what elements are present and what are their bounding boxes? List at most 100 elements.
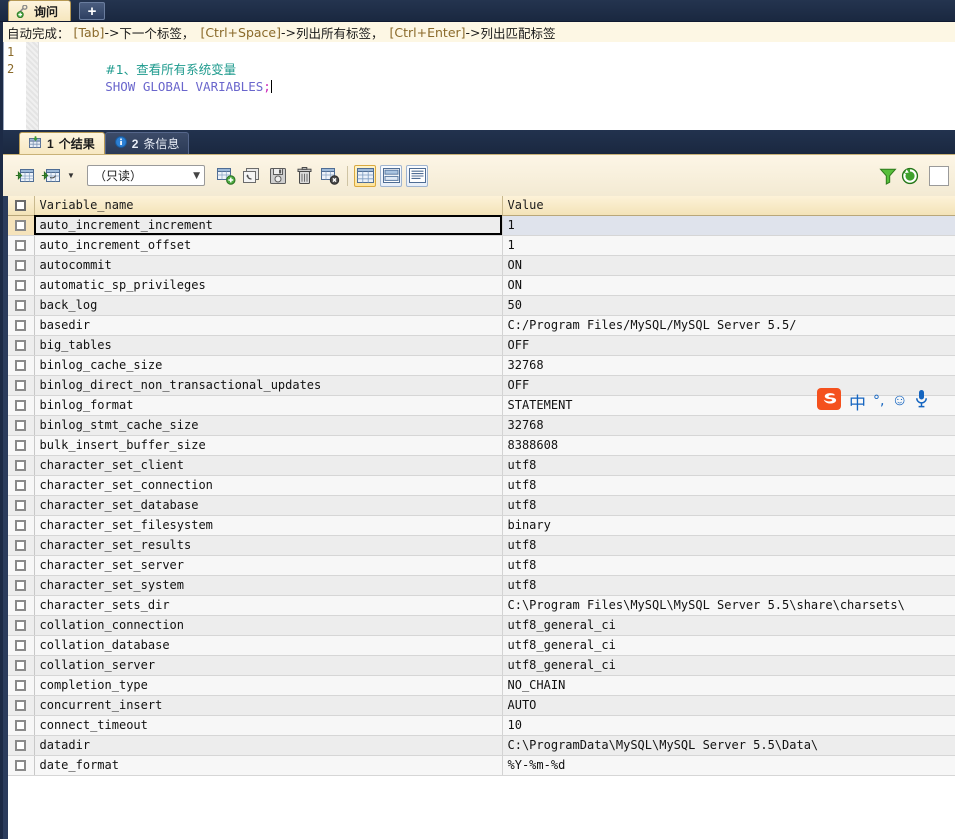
sogou-ime-toolbar[interactable]: 中 °, ☺: [812, 387, 932, 415]
cell-variable-name[interactable]: concurrent_insert: [34, 695, 503, 716]
cell-variable-name[interactable]: character_set_server: [34, 555, 503, 576]
cell-variable-name[interactable]: character_sets_dir: [34, 595, 503, 616]
cell-variable-name[interactable]: collation_server: [34, 655, 503, 676]
table-row[interactable]: bulk_insert_buffer_size 8388608: [8, 435, 955, 456]
cell-value[interactable]: ON: [502, 275, 955, 296]
sql-editor[interactable]: 1 2 #1、查看所有系统变量 SHOW GLOBAL VARIABLES;: [3, 42, 955, 130]
row-checkbox[interactable]: [15, 380, 27, 391]
cell-value[interactable]: utf8: [502, 575, 955, 596]
table-row[interactable]: character_sets_dir C:\Program Files\MySQL…: [8, 595, 955, 616]
row-checkbox[interactable]: [15, 540, 27, 551]
row-checkbox[interactable]: [15, 300, 27, 311]
row-select-cell[interactable]: [8, 475, 35, 496]
row-select-cell[interactable]: [8, 735, 35, 756]
row-checkbox[interactable]: [15, 420, 27, 431]
tab-messages[interactable]: 2 条信息: [104, 132, 190, 154]
row-checkbox[interactable]: [15, 320, 27, 331]
row-select-cell[interactable]: [8, 395, 35, 416]
row-checkbox[interactable]: [15, 240, 27, 251]
row-select-cell[interactable]: [8, 595, 35, 616]
row-select-cell[interactable]: [8, 315, 35, 336]
table-row[interactable]: character_set_database utf8: [8, 495, 955, 516]
row-select-cell[interactable]: [8, 615, 35, 636]
row-checkbox[interactable]: [15, 720, 27, 731]
cell-variable-name[interactable]: date_format: [34, 755, 503, 776]
row-select-cell[interactable]: [8, 515, 35, 536]
cell-variable-name[interactable]: back_log: [34, 295, 503, 316]
cell-variable-name[interactable]: autocommit: [34, 255, 503, 276]
row-checkbox[interactable]: [15, 460, 27, 471]
row-checkbox[interactable]: [15, 220, 27, 231]
cell-variable-name[interactable]: collation_database: [34, 635, 503, 656]
cell-variable-name[interactable]: bulk_insert_buffer_size: [34, 435, 503, 456]
cell-variable-name[interactable]: basedir: [34, 315, 503, 336]
row-select-cell[interactable]: [8, 575, 35, 596]
cell-value[interactable]: 8388608: [502, 435, 955, 456]
column-header-variable-name[interactable]: Variable_name: [34, 196, 503, 216]
results-grid[interactable]: Variable_name Value auto_increment_incre…: [3, 196, 955, 839]
cell-variable-name[interactable]: auto_increment_increment: [34, 215, 503, 236]
cell-variable-name[interactable]: completion_type: [34, 675, 503, 696]
grid-insert-record-icon[interactable]: [13, 165, 35, 187]
grid-dropdown-arrow-icon[interactable]: ▼: [65, 165, 77, 187]
ime-mode-chinese[interactable]: 中: [849, 389, 866, 414]
table-row[interactable]: basedir C:/Program Files/MySQL/MySQL Serv…: [8, 315, 955, 336]
row-select-cell[interactable]: [8, 255, 35, 276]
table-row[interactable]: date_format %Y-%m-%d: [8, 755, 955, 776]
row-checkbox[interactable]: [15, 700, 27, 711]
row-select-cell[interactable]: [8, 215, 35, 236]
table-row[interactable]: concurrent_insert AUTO: [8, 695, 955, 716]
row-select-cell[interactable]: [8, 695, 35, 716]
row-checkbox[interactable]: [15, 360, 27, 371]
row-select-cell[interactable]: [8, 535, 35, 556]
row-checkbox[interactable]: [15, 500, 27, 511]
row-checkbox[interactable]: [15, 760, 27, 771]
row-select-cell[interactable]: [8, 715, 35, 736]
row-checkbox[interactable]: [15, 740, 27, 751]
table-row[interactable]: automatic_sp_privileges ON: [8, 275, 955, 296]
row-checkbox[interactable]: [15, 600, 27, 611]
cell-value[interactable]: OFF: [502, 335, 955, 356]
row-select-cell[interactable]: [8, 555, 35, 576]
table-row[interactable]: character_set_system utf8: [8, 575, 955, 596]
readonly-select[interactable]: （只读） ▼: [87, 165, 205, 186]
table-row[interactable]: back_log 50: [8, 295, 955, 316]
row-select-cell[interactable]: [8, 635, 35, 656]
column-header-value[interactable]: Value: [502, 196, 955, 216]
add-record-icon[interactable]: [215, 165, 237, 187]
cell-variable-name[interactable]: character_set_system: [34, 575, 503, 596]
table-row[interactable]: autocommit ON: [8, 255, 955, 276]
row-checkbox[interactable]: [15, 280, 27, 291]
cell-value[interactable]: 32768: [502, 355, 955, 376]
row-checkbox[interactable]: [15, 400, 27, 411]
cell-value[interactable]: AUTO: [502, 695, 955, 716]
row-checkbox[interactable]: [15, 560, 27, 571]
cell-value[interactable]: ON: [502, 255, 955, 276]
cell-variable-name[interactable]: auto_increment_offset: [34, 235, 503, 256]
row-select-cell[interactable]: [8, 655, 35, 676]
refresh-icon[interactable]: [899, 165, 921, 187]
cell-value[interactable]: utf8_general_ci: [502, 615, 955, 636]
cell-value[interactable]: binary: [502, 515, 955, 536]
row-checkbox[interactable]: [15, 520, 27, 531]
view-grid-icon[interactable]: [354, 164, 376, 187]
cell-variable-name[interactable]: character_set_database: [34, 495, 503, 516]
table-row[interactable]: auto_increment_increment 1: [8, 215, 955, 236]
cell-variable-name[interactable]: binlog_format: [34, 395, 503, 416]
row-checkbox[interactable]: [15, 480, 27, 491]
ime-emoji-icon[interactable]: ☺: [891, 392, 907, 410]
cell-variable-name[interactable]: binlog_direct_non_transactional_updates: [34, 375, 503, 396]
cell-variable-name[interactable]: datadir: [34, 735, 503, 756]
cell-variable-name[interactable]: collation_connection: [34, 615, 503, 636]
table-row[interactable]: datadir C:\ProgramData\MySQL\MySQL Server…: [8, 735, 955, 756]
cell-variable-name[interactable]: character_set_connection: [34, 475, 503, 496]
row-checkbox[interactable]: [15, 640, 27, 651]
cell-value[interactable]: utf8: [502, 475, 955, 496]
cell-value[interactable]: C:\ProgramData\MySQL\MySQL Server 5.5\Da…: [502, 735, 955, 756]
tab-results[interactable]: 1 个结果: [19, 132, 105, 154]
cell-value[interactable]: utf8: [502, 495, 955, 516]
table-row[interactable]: connect_timeout 10: [8, 715, 955, 736]
cell-variable-name[interactable]: big_tables: [34, 335, 503, 356]
table-row[interactable]: binlog_stmt_cache_size 32768: [8, 415, 955, 436]
row-select-cell[interactable]: [8, 495, 35, 516]
